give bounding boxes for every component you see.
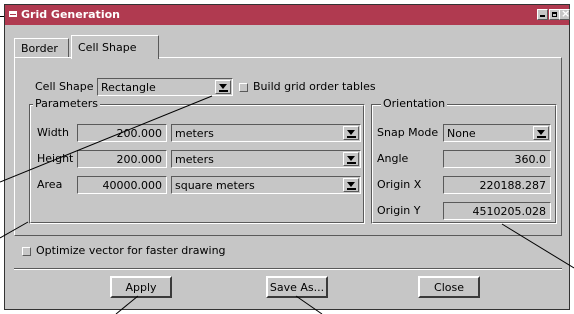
chevron-down-icon[interactable] bbox=[343, 126, 359, 140]
height-unit-select[interactable]: meters bbox=[171, 150, 361, 168]
width-input[interactable]: 200.000 bbox=[77, 124, 167, 142]
apply-button[interactable]: Apply bbox=[110, 276, 172, 298]
snap-mode-label: Snap Mode bbox=[377, 126, 439, 139]
origin-y-input[interactable]: 4510205.028 bbox=[443, 202, 551, 220]
snap-mode-select[interactable]: None bbox=[443, 124, 551, 142]
button-separator bbox=[14, 268, 562, 270]
cell-shape-label: Cell Shape bbox=[35, 80, 94, 93]
height-input[interactable]: 200.000 bbox=[77, 150, 167, 168]
tab-border-label: Border bbox=[21, 42, 58, 55]
title-bar[interactable]: Grid Generation × bbox=[5, 5, 570, 25]
cell-shape-select[interactable]: Rectangle bbox=[97, 78, 233, 96]
window-menu-icon[interactable] bbox=[9, 11, 17, 17]
chevron-down-icon[interactable] bbox=[215, 80, 231, 94]
chevron-down-icon[interactable] bbox=[533, 126, 549, 140]
height-label: Height bbox=[37, 152, 74, 165]
optimize-checkbox[interactable] bbox=[22, 247, 31, 256]
minimize-icon[interactable] bbox=[537, 9, 548, 20]
origin-y-label: Origin Y bbox=[377, 204, 421, 217]
area-input[interactable]: 40000.000 bbox=[77, 176, 167, 194]
chevron-down-icon[interactable] bbox=[343, 152, 359, 166]
tab-cell-shape-label: Cell Shape bbox=[78, 41, 137, 54]
orientation-group-label: Orientation bbox=[381, 97, 448, 110]
close-button[interactable]: Close bbox=[418, 276, 480, 298]
area-unit-select[interactable]: square meters bbox=[171, 176, 361, 194]
optimize-label: Optimize vector for faster drawing bbox=[36, 244, 226, 257]
angle-label: Angle bbox=[377, 152, 409, 165]
build-grid-label: Build grid order tables bbox=[253, 80, 376, 93]
tab-border[interactable]: Border bbox=[14, 38, 69, 58]
cell-shape-value: Rectangle bbox=[101, 81, 156, 94]
close-icon[interactable]: × bbox=[559, 8, 570, 20]
save-as-button[interactable]: Save As... bbox=[266, 276, 328, 298]
parameters-group-label: Parameters bbox=[33, 97, 100, 110]
cell-shape-panel: Cell Shape Rectangle Build grid order ta… bbox=[14, 57, 562, 236]
chevron-down-icon[interactable] bbox=[343, 178, 359, 192]
origin-x-input[interactable]: 220188.287 bbox=[443, 176, 551, 194]
build-grid-checkbox[interactable] bbox=[239, 83, 248, 92]
origin-x-label: Origin X bbox=[377, 178, 422, 191]
area-label: Area bbox=[37, 178, 63, 191]
tab-cell-shape[interactable]: Cell Shape bbox=[71, 35, 159, 59]
angle-input[interactable]: 360.0 bbox=[443, 150, 551, 168]
width-label: Width bbox=[37, 126, 69, 139]
width-unit-select[interactable]: meters bbox=[171, 124, 361, 142]
window-title: Grid Generation bbox=[21, 8, 120, 21]
